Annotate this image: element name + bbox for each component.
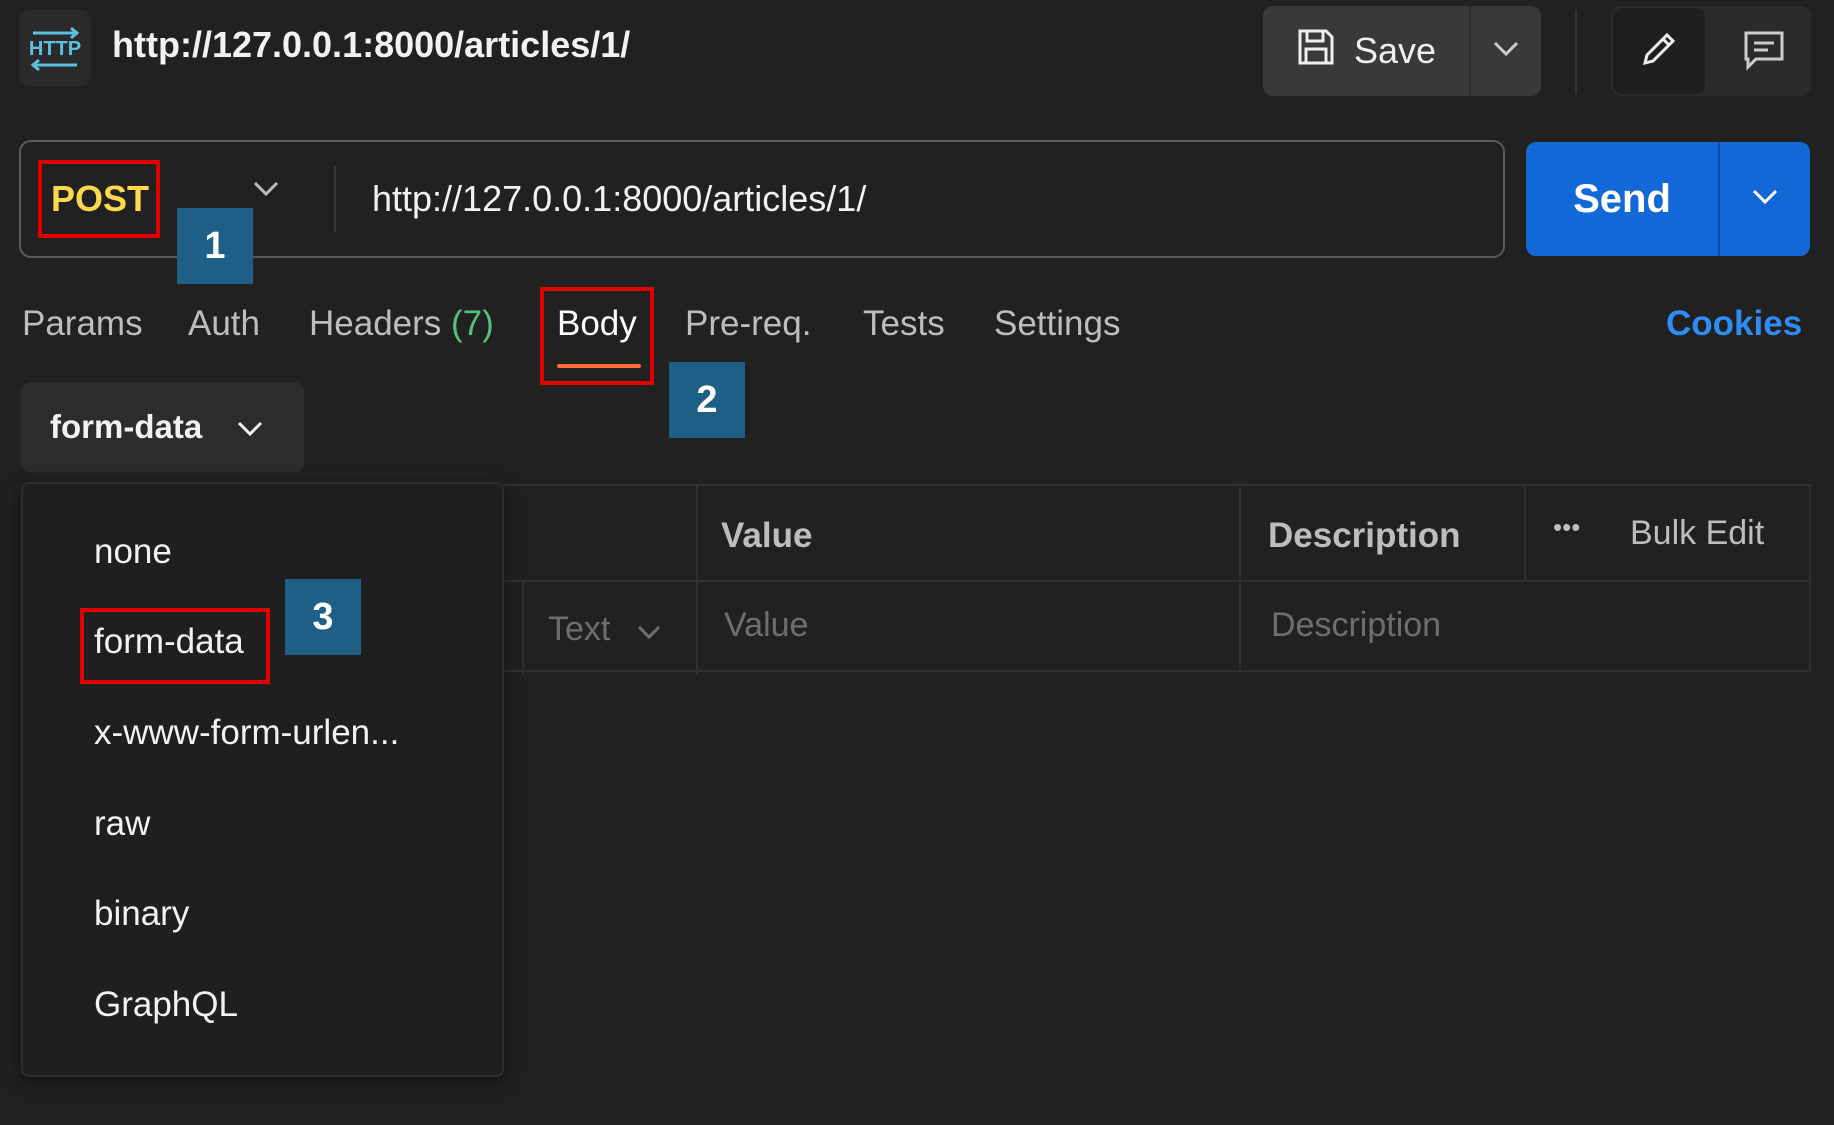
menu-item-x-www-form-urlencoded[interactable]: x-www-form-urlen... [94, 713, 399, 753]
save-button[interactable]: Save [1263, 6, 1469, 96]
body-type-selected: form-data [50, 408, 203, 445]
save-label: Save [1353, 30, 1437, 71]
menu-item-none[interactable]: none [94, 532, 172, 572]
tab-auth[interactable]: Auth [188, 304, 260, 344]
type-label: Text [548, 610, 611, 648]
http-icon: HTTP [19, 10, 91, 86]
column-header-value: Value [721, 516, 813, 555]
divider [334, 166, 336, 232]
http-icon-text: HTTP [29, 38, 81, 60]
pencil-icon [1637, 27, 1681, 76]
menu-item-graphql[interactable]: GraphQL [94, 985, 238, 1025]
edit-button[interactable] [1613, 8, 1705, 94]
comments-button[interactable] [1719, 8, 1809, 94]
value-input[interactable]: Value [724, 606, 808, 645]
column-header-description: Description [1268, 516, 1461, 555]
tab-tests[interactable]: Tests [863, 304, 945, 344]
callout-3: 3 [285, 579, 361, 655]
tab-headers[interactable]: Headers (7) [309, 304, 494, 344]
callout-2: 2 [669, 362, 745, 438]
menu-item-raw[interactable]: raw [94, 804, 150, 844]
chevron-down-icon [636, 610, 662, 649]
send-button[interactable]: Send [1526, 142, 1718, 256]
send-options-button[interactable] [1720, 142, 1810, 256]
bulk-edit-button[interactable]: Bulk Edit [1630, 514, 1764, 553]
divider [522, 582, 524, 674]
tab-params[interactable]: Params [22, 304, 143, 344]
save-button-group: Save [1263, 6, 1541, 96]
tab-headers-label: Headers [309, 304, 442, 343]
headers-count: (7) [451, 304, 494, 343]
chevron-down-icon[interactable] [252, 180, 280, 203]
highlight-box [540, 287, 654, 385]
tool-group [1611, 6, 1811, 96]
body-type-dropdown: none form-data x-www-form-urlen... raw b… [21, 482, 504, 1077]
highlight-box [38, 160, 160, 238]
menu-item-binary[interactable]: binary [94, 894, 189, 934]
chevron-down-icon [236, 408, 264, 446]
chevron-down-icon [1492, 40, 1520, 63]
send-button-group: Send [1526, 142, 1810, 256]
save-icon [1296, 27, 1336, 76]
description-input[interactable]: Description [1271, 606, 1441, 645]
form-data-table: Value Description ••• Bulk Edit Text Val… [500, 484, 1811, 674]
type-select[interactable]: Text [548, 610, 662, 649]
request-title[interactable]: http://127.0.0.1:8000/articles/1/ [112, 24, 630, 66]
chevron-down-icon [1751, 188, 1779, 211]
callout-1: 1 [177, 208, 253, 284]
cookies-link[interactable]: Cookies [1666, 304, 1802, 344]
more-options-icon[interactable]: ••• [1553, 512, 1580, 543]
tab-settings[interactable]: Settings [994, 304, 1120, 344]
highlight-box [80, 608, 270, 684]
divider [1575, 10, 1577, 94]
divider [500, 580, 1811, 582]
comment-icon [1742, 27, 1786, 76]
tab-prereq[interactable]: Pre-req. [685, 304, 811, 344]
body-type-select[interactable]: form-data [21, 382, 304, 472]
divider [1524, 486, 1526, 580]
url-input[interactable]: http://127.0.0.1:8000/articles/1/ [372, 178, 866, 220]
save-options-button[interactable] [1471, 6, 1541, 96]
